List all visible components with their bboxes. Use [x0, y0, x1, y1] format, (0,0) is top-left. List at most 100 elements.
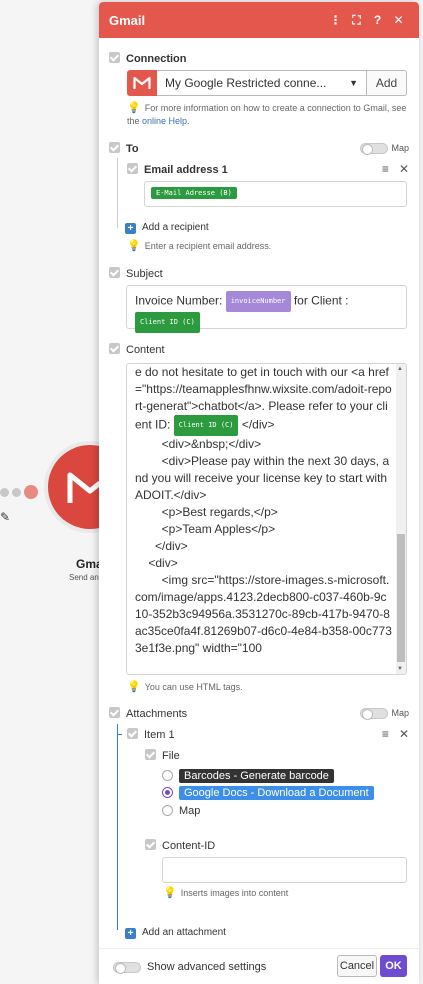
client-id-pill[interactable]: Client ID (C)	[135, 312, 200, 333]
more-vert-icon[interactable]: ⋮	[325, 13, 346, 27]
plus-icon: +	[125, 223, 136, 234]
add-recipient-label: Add a recipient	[142, 222, 209, 233]
expand-icon[interactable]: ⛶	[346, 13, 367, 28]
section-checkbox[interactable]	[145, 839, 156, 850]
content-text: e do not hesitate to get in touch with o…	[135, 364, 393, 657]
lightbulb-icon: 💡	[163, 887, 177, 899]
subject-field[interactable]: Invoice Number: invoiceNumber for Client…	[126, 285, 407, 333]
map-toggle[interactable]	[360, 142, 389, 155]
email-address-field[interactable]: E-Mail Adresse (B)	[144, 181, 407, 207]
to-label: To	[126, 143, 139, 155]
panel-titlebar: Gmail ⋮ ⛶ ? ✕	[99, 2, 419, 38]
remove-item-icon[interactable]: ✕	[399, 162, 409, 176]
content-hint-text: You can use HTML tags.	[144, 682, 243, 692]
content-id-subsection: Content-ID	[145, 839, 409, 852]
close-icon[interactable]: ✕	[388, 13, 409, 27]
item-actions: ≡ ✕	[382, 727, 409, 741]
content-label: Content	[126, 344, 165, 356]
to-section: To Map	[109, 142, 409, 155]
connection-label: Connection	[126, 53, 187, 65]
attachments-map-toggle-group: Map	[360, 707, 409, 720]
wrench-icon: ✎	[0, 510, 11, 524]
panel-title: Gmail	[109, 12, 146, 28]
subject-middle: for Client :	[290, 293, 349, 308]
add-connection-button[interactable]: Add	[367, 70, 407, 96]
add-attachment-label: Add an attachment	[142, 927, 226, 938]
to-hint-text: Enter a recipient email address.	[144, 241, 272, 251]
email-item-header: Email address 1 ≡ ✕	[127, 162, 409, 176]
file-option-2[interactable]: Map	[162, 805, 409, 817]
content-section: Content	[109, 343, 409, 356]
connector-dot	[12, 488, 21, 497]
chevron-down-icon: ▼	[349, 78, 358, 88]
panel-footer: Show advanced settings Cancel OK	[99, 948, 419, 984]
subject-section: Subject	[109, 267, 409, 280]
section-checkbox[interactable]	[109, 707, 120, 718]
section-checkbox[interactable]	[109, 52, 120, 63]
section-checkbox[interactable]	[145, 749, 156, 760]
drag-handle-icon[interactable]: ≡	[382, 727, 389, 741]
connection-select[interactable]: My Google Restricted conne... ▼	[157, 70, 367, 96]
module-settings-panel: Gmail ⋮ ⛶ ? ✕ Connection My Google Restr…	[99, 2, 419, 984]
connection-hint-suffix: .	[187, 116, 190, 126]
client-id-pill[interactable]: Client ID (C)	[173, 415, 239, 436]
content-textarea[interactable]: e do not hesitate to get in touch with o…	[126, 363, 407, 675]
file-subsection: File	[145, 749, 409, 762]
file-option-1[interactable]: Google Docs - Download a Document	[162, 786, 409, 800]
tree-line	[117, 724, 118, 930]
ok-button[interactable]: OK	[380, 955, 407, 977]
connection-section: Connection	[109, 52, 409, 65]
radio-button-selected[interactable]	[162, 787, 173, 798]
lightbulb-icon: 💡	[127, 102, 141, 114]
item-checkbox[interactable]	[127, 163, 138, 174]
email-item-label: Email address 1	[144, 164, 228, 176]
radio-button[interactable]	[162, 805, 173, 816]
help-icon[interactable]: ?	[367, 13, 388, 27]
attachments-label: Attachments	[126, 708, 188, 720]
map-toggle[interactable]	[360, 707, 389, 720]
scroll-down-icon[interactable]: ▼	[397, 666, 403, 672]
attachments-section: Attachments Map	[109, 707, 409, 720]
scroll-up-icon[interactable]: ▲	[397, 366, 403, 372]
connection-selected-value: My Google Restricted conne...	[165, 76, 327, 90]
section-checkbox[interactable]	[109, 142, 120, 153]
file-option-label: Map	[179, 805, 201, 817]
attachment-item-header: Item 1 ≡ ✕	[127, 727, 409, 741]
content-id-label: Content-ID	[162, 840, 216, 852]
map-toggle-label: Map	[391, 708, 409, 718]
to-map-toggle-group: Map	[360, 142, 409, 155]
section-checkbox[interactable]	[109, 343, 120, 354]
scroll-thumb[interactable]	[397, 534, 405, 662]
item-actions: ≡ ✕	[382, 162, 409, 176]
invoice-number-pill[interactable]: invoiceNumber	[225, 291, 291, 312]
connector-dot	[0, 488, 9, 497]
item-checkbox[interactable]	[127, 728, 138, 739]
content-hint: 💡 You can use HTML tags.	[127, 681, 243, 694]
online-help-link[interactable]: online Help	[142, 116, 187, 126]
tree-branch	[117, 734, 122, 735]
cancel-button[interactable]: Cancel	[337, 955, 377, 977]
content-scrollbar[interactable]: ▲ ▼	[396, 364, 406, 674]
lightbulb-icon: 💡	[127, 240, 141, 252]
connection-hint: 💡 For more information on how to create a…	[127, 102, 409, 128]
content-id-input[interactable]	[162, 857, 407, 883]
file-option-label: Google Docs - Download a Document	[179, 786, 374, 800]
connector-dot	[24, 485, 38, 499]
radio-button[interactable]	[162, 770, 173, 781]
attachment-item-label: Item 1	[144, 729, 175, 741]
advanced-settings-toggle[interactable]	[113, 961, 141, 974]
file-option-label: Barcodes - Generate barcode	[179, 769, 334, 783]
drag-handle-icon[interactable]: ≡	[382, 162, 389, 176]
lightbulb-icon: 💡	[127, 681, 141, 693]
tree-line	[117, 158, 118, 228]
add-recipient-row[interactable]: + Add a recipient	[125, 221, 409, 234]
remove-item-icon[interactable]: ✕	[399, 727, 409, 741]
subject-label: Subject	[126, 268, 163, 280]
section-checkbox[interactable]	[109, 267, 120, 278]
add-attachment-row[interactable]: + Add an attachment	[125, 926, 409, 939]
email-variable-pill[interactable]: E-Mail Adresse (B)	[151, 187, 237, 200]
panel-body[interactable]: Connection My Google Restricted conne...…	[99, 38, 419, 948]
file-option-0[interactable]: Barcodes - Generate barcode	[162, 769, 409, 783]
advanced-settings-toggle-group: Show advanced settings	[113, 961, 266, 974]
subject-prefix: Invoice Number:	[135, 293, 226, 308]
